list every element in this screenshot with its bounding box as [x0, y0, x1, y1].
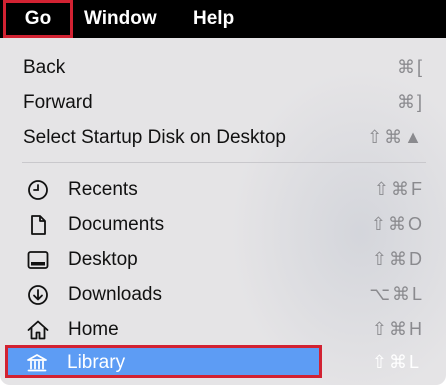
menu-item-shortcut: ⌘]	[396, 92, 424, 112]
menu-item-shortcut: ⇧⌘H	[371, 319, 424, 339]
menu-item-label: Downloads	[68, 284, 162, 305]
menu-item-shortcut: ⇧⌘F	[373, 179, 424, 199]
menu-item-select-startup-disk[interactable]: Select Startup Disk on Desktop ⇧⌘▲	[8, 120, 444, 155]
menu-item-home[interactable]: Home ⇧⌘H	[8, 312, 444, 347]
menu-bar: Go Window Help	[0, 0, 446, 38]
library-icon	[25, 351, 49, 375]
menu-item-label: Library	[67, 352, 126, 373]
menubar-go[interactable]: Go	[3, 0, 73, 38]
menu-item-library[interactable]: Library ⇧⌘L	[5, 345, 441, 380]
menu-item-forward[interactable]: Forward ⌘]	[8, 85, 444, 120]
menu-item-shortcut: ⇧⌘D	[371, 249, 424, 269]
download-icon	[26, 283, 50, 307]
document-icon	[26, 213, 50, 237]
menu-item-label: Forward	[23, 92, 93, 113]
menu-item-documents[interactable]: Documents ⇧⌘O	[8, 207, 444, 242]
clock-icon	[26, 178, 50, 202]
menu-item-shortcut: ⇧⌘L	[371, 352, 421, 372]
menu-item-back[interactable]: Back ⌘[	[8, 50, 444, 85]
go-menu-dropdown: Back ⌘[ Forward ⌘] Select Startup Disk o…	[0, 38, 446, 385]
menu-item-recents[interactable]: Recents ⇧⌘F	[8, 172, 444, 207]
menu-item-label: Back	[23, 57, 66, 78]
menubar-help[interactable]: Help	[193, 0, 234, 38]
menu-item-label: Desktop	[68, 249, 138, 270]
menu-item-downloads[interactable]: Downloads ⌥⌘L	[8, 277, 444, 312]
menu-item-label: Home	[68, 319, 119, 340]
menu-item-shortcut: ⌥⌘L	[369, 284, 424, 304]
menu-item-label: Select Startup Disk on Desktop	[23, 127, 286, 148]
menu-item-shortcut: ⇧⌘O	[370, 214, 424, 234]
menu-separator	[22, 162, 426, 163]
menu-item-desktop[interactable]: Desktop ⇧⌘D	[8, 242, 444, 277]
desktop-icon	[26, 248, 50, 272]
menu-item-label: Recents	[68, 179, 138, 200]
menu-item-shortcut: ⇧⌘▲	[367, 127, 424, 147]
menu-item-shortcut: ⌘[	[396, 57, 424, 77]
menubar-window[interactable]: Window	[84, 0, 157, 38]
menu-item-label: Documents	[68, 214, 165, 235]
home-icon	[26, 318, 50, 342]
